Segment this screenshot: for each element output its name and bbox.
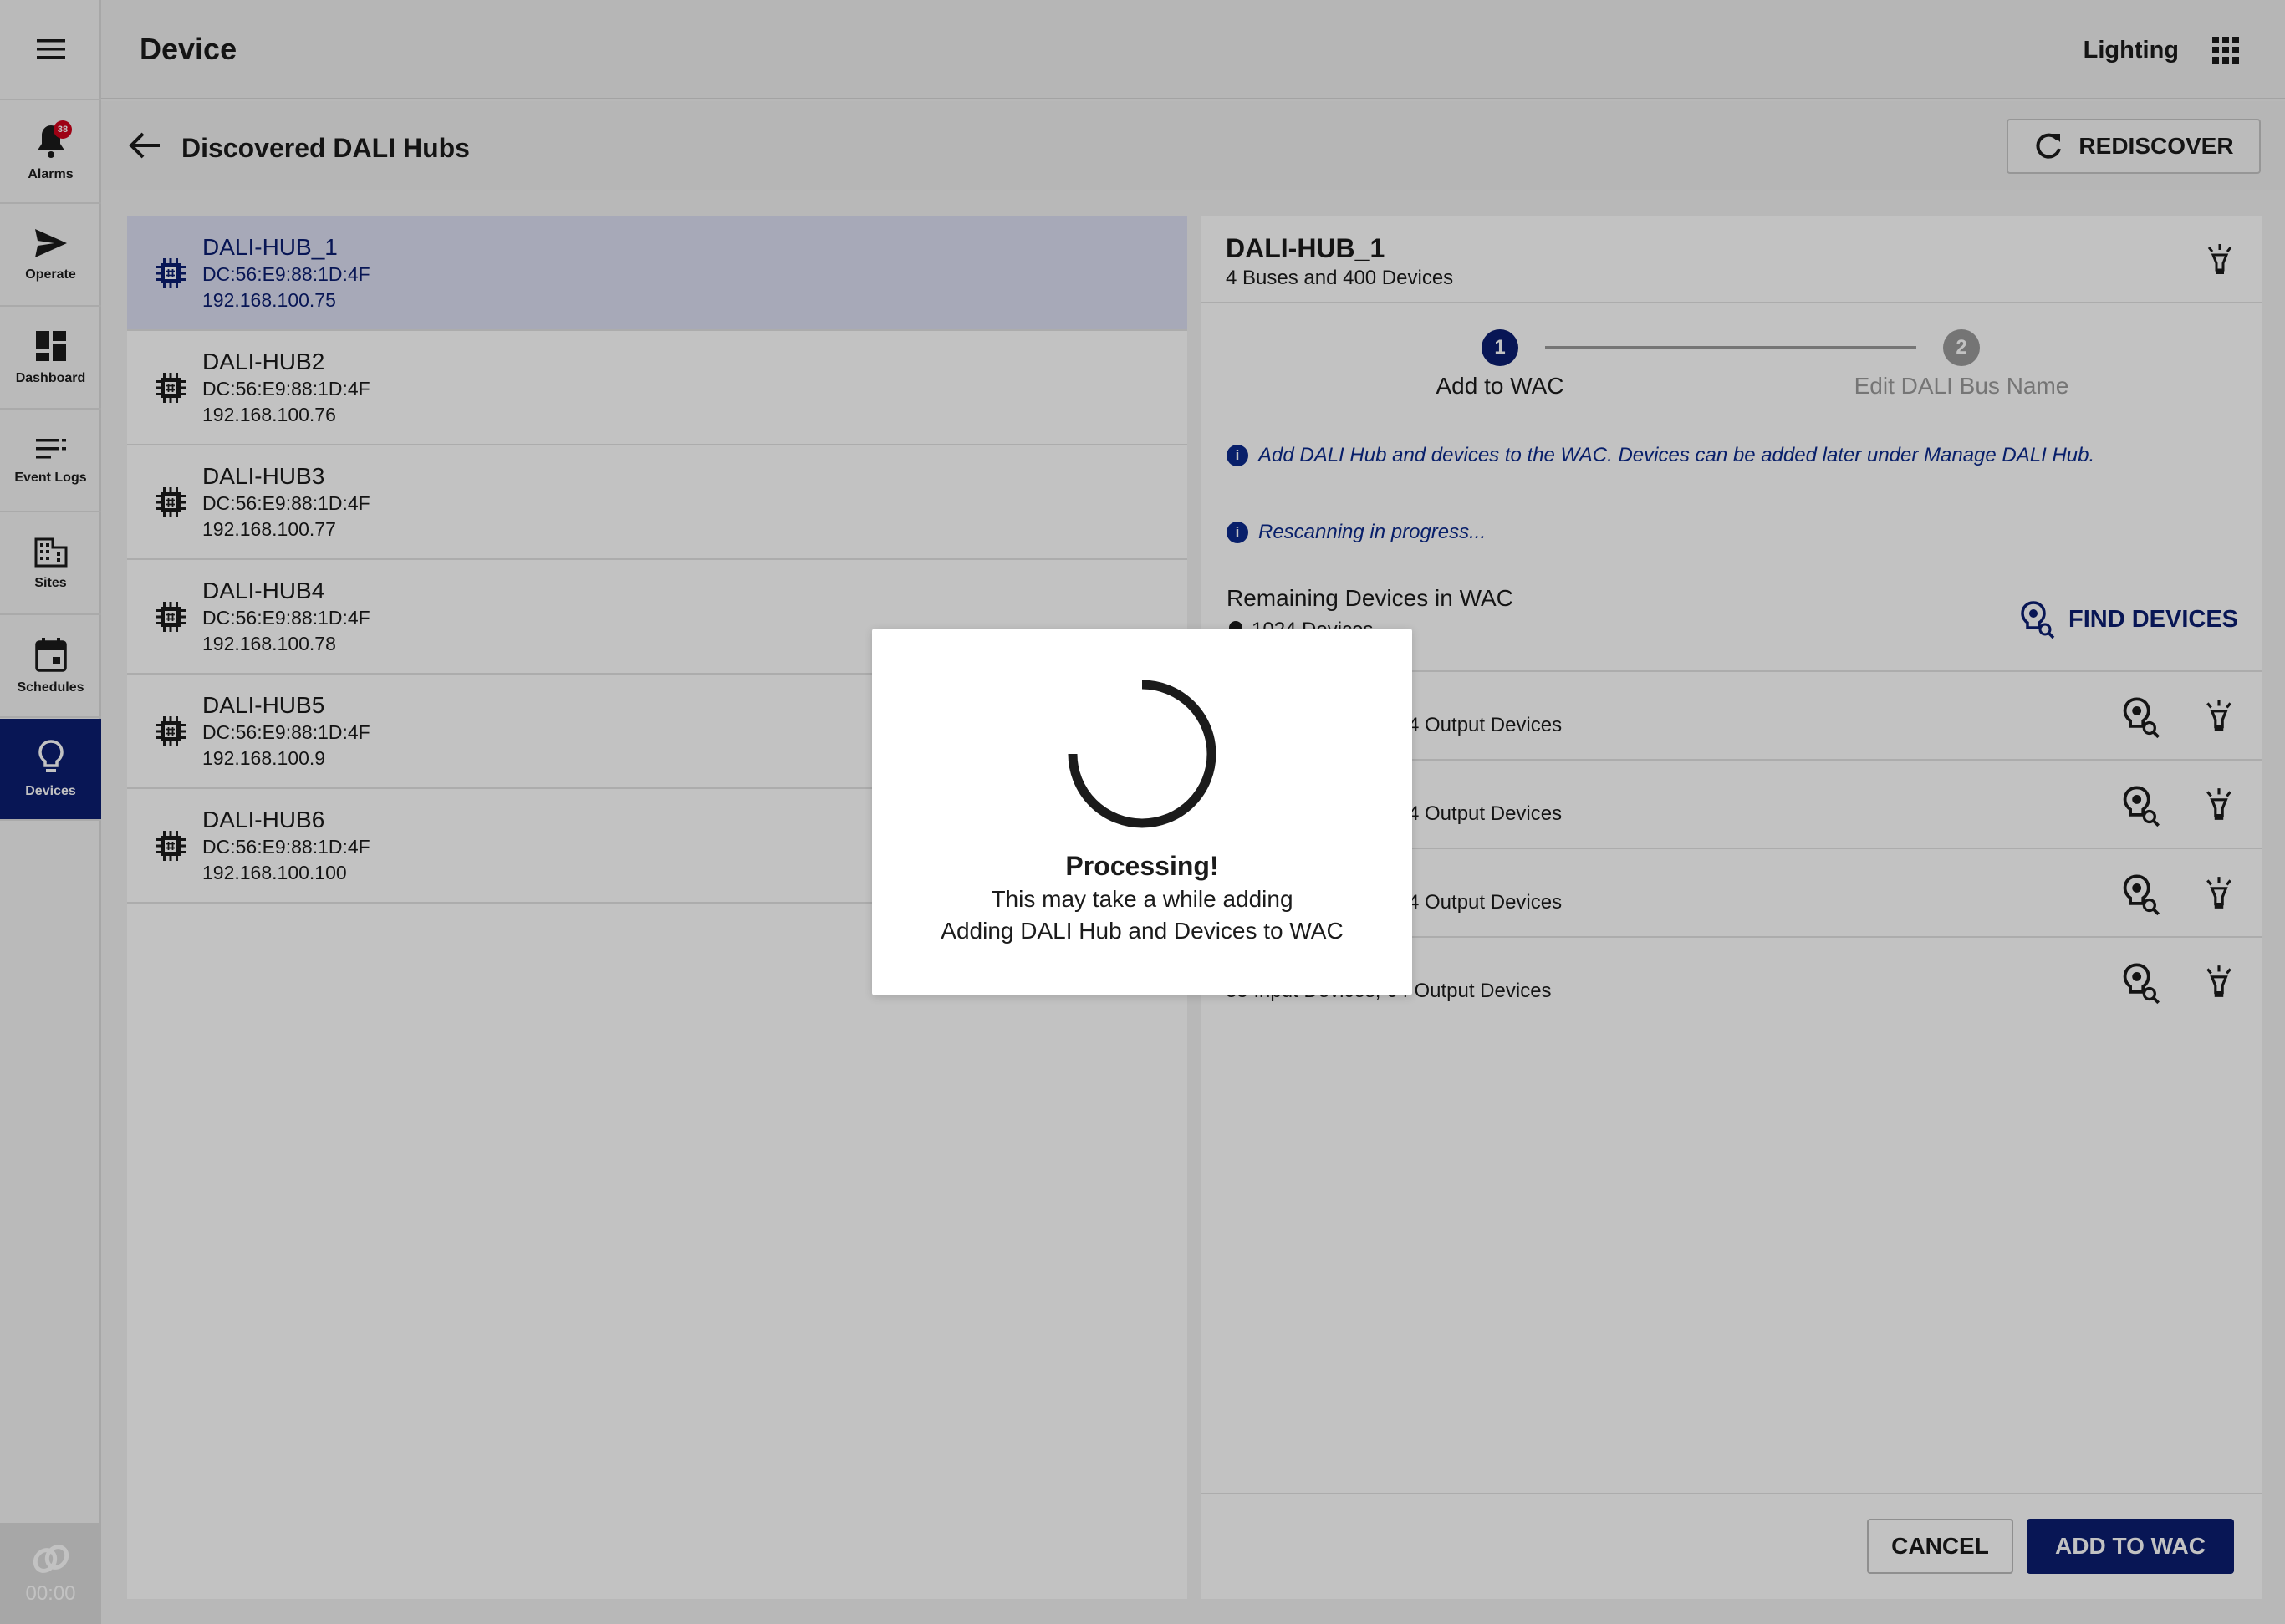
dialog-message-line-2: Adding DALI Hub and Devices to WAC bbox=[941, 918, 1344, 944]
dialog-title: Processing! bbox=[1065, 851, 1219, 881]
loading-spinner-icon bbox=[1068, 680, 1216, 828]
dialog-message-line-1: This may take a while adding bbox=[991, 886, 1293, 912]
processing-dialog: Processing! This may take a while adding… bbox=[872, 629, 1412, 995]
